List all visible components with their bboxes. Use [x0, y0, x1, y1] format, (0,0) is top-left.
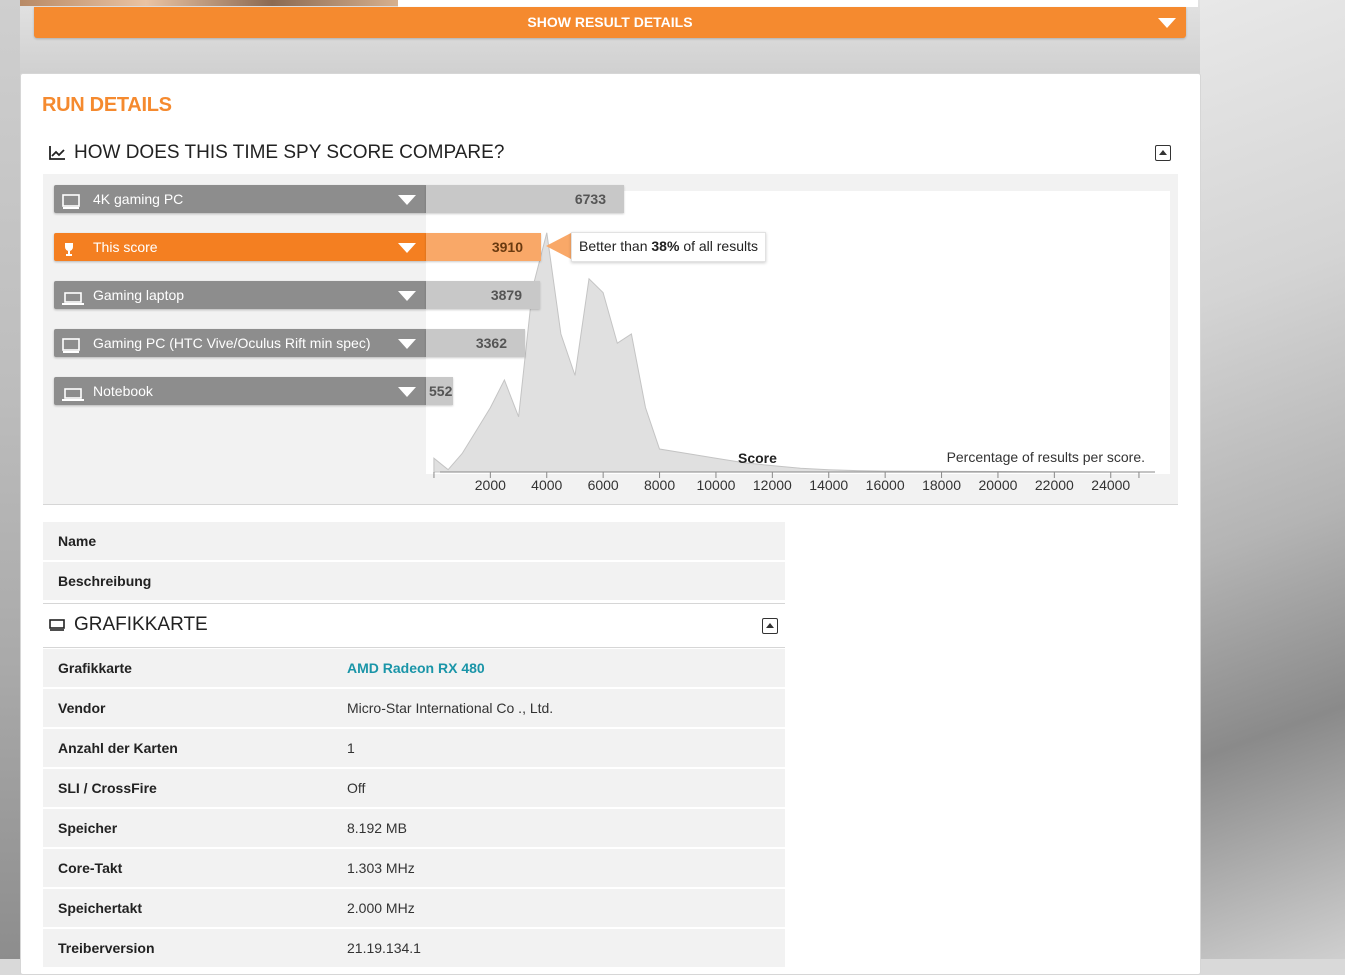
compare-bar-select[interactable]: 4K gaming PC	[54, 185, 426, 213]
x-tick-label: 20000	[978, 477, 1017, 493]
x-tick-label: 12000	[753, 477, 792, 493]
tooltip-arrow	[546, 233, 571, 259]
info-row: Beschreibung	[43, 562, 785, 600]
tooltip-prefix: Better than	[579, 238, 648, 254]
gpu-value: 1	[347, 740, 355, 756]
gpu-table: Grafikkarte AMD Radeon RX 480 Vendor Micro-…	[43, 649, 785, 969]
gpu-row: Speicher 8.192 MB	[43, 809, 785, 847]
chevron-down-icon[interactable]	[398, 291, 416, 301]
laptop-icon	[62, 287, 84, 315]
x-axis-label: Score	[738, 450, 777, 466]
show-result-details-label: SHOW RESULT DETAILS	[527, 14, 693, 30]
gpu-key: Grafikkarte	[58, 660, 132, 676]
x-tick-label: 22000	[1035, 477, 1074, 493]
compare-bar-value: 6733	[426, 185, 624, 213]
gpu-key: Core-Takt	[58, 860, 123, 876]
x-tick-label: 8000	[644, 477, 675, 493]
background-right	[1200, 0, 1345, 959]
gpu-row: Vendor Micro-Star International Co ., Ltd…	[43, 689, 785, 727]
x-tick-label: 16000	[866, 477, 905, 493]
compare-bar-value: 3879	[426, 281, 540, 309]
chevron-down-icon[interactable]	[398, 195, 416, 205]
x-tick-label: 10000	[696, 477, 735, 493]
gpu-value: 8.192 MB	[347, 820, 407, 836]
result-image-strip	[20, 0, 398, 6]
gpu-value[interactable]: AMD Radeon RX 480	[347, 649, 485, 687]
x-tick-label: 24000	[1091, 477, 1130, 493]
info-key: Name	[58, 533, 97, 549]
gpu-row: Anzahl der Karten 1	[43, 729, 785, 767]
compare-bar-select[interactable]: Gaming PC (HTC Vive/Oculus Rift min spec…	[54, 329, 426, 357]
show-result-details-button[interactable]: SHOW RESULT DETAILS	[34, 7, 1186, 38]
gpu-value: Micro-Star International Co ., Ltd.	[347, 700, 554, 716]
laptop-icon	[62, 383, 84, 411]
chevron-down-icon[interactable]	[398, 387, 416, 397]
desktop-icon	[62, 335, 80, 363]
trophy-icon	[62, 239, 76, 267]
x-tick-label: 2000	[475, 477, 506, 493]
chevron-down-icon[interactable]	[398, 243, 416, 253]
compare-bar-select[interactable]: Gaming laptop	[54, 281, 426, 309]
info-key: Beschreibung	[58, 573, 152, 589]
desktop-icon	[62, 191, 80, 219]
gpu-key: Treiberversion	[58, 940, 155, 956]
compare-bar-select[interactable]: This score	[54, 233, 426, 261]
x-tick-label: 18000	[922, 477, 961, 493]
x-tick-label: 6000	[588, 477, 619, 493]
compare-bar-label: This score	[93, 239, 158, 255]
divider	[43, 603, 785, 604]
tooltip-suffix: of all results	[683, 238, 759, 254]
gpu-key: Anzahl der Karten	[58, 740, 178, 756]
gpu-key: SLI / CrossFire	[58, 780, 157, 796]
result-card-edge	[398, 0, 1198, 7]
run-details-panel: RUN DETAILS HOW DOES THIS TIME SPY SCORE…	[20, 73, 1201, 975]
chevron-down-icon	[1158, 18, 1176, 28]
gpu-row: Treiberversion 21.19.134.1	[43, 929, 785, 967]
gpu-key: Speicher	[58, 820, 118, 836]
x-tick-label: 4000	[531, 477, 562, 493]
gpu-row: Grafikkarte AMD Radeon RX 480	[43, 649, 785, 687]
compare-bar-select[interactable]: Notebook	[54, 377, 426, 405]
chevron-down-icon[interactable]	[398, 339, 416, 349]
distribution-area	[433, 232, 1111, 473]
compare-bar-value: 3910	[426, 233, 541, 261]
gpu-row: Speichertakt 2.000 MHz	[43, 889, 785, 927]
gpu-value: 1.303 MHz	[347, 860, 415, 876]
tooltip-percent: 38%	[651, 238, 680, 254]
gpu-row: SLI / CrossFire Off	[43, 769, 785, 807]
gpu-key: Vendor	[58, 700, 106, 716]
info-row: Name	[43, 522, 785, 560]
info-table: Name Beschreibung	[43, 522, 785, 602]
compare-bar-label: Gaming PC (HTC Vive/Oculus Rift min spec…	[93, 335, 371, 351]
compare-bar-value: 552	[426, 377, 453, 405]
compare-bar-label: Notebook	[93, 383, 153, 399]
divider	[43, 504, 1178, 505]
gpu-section-title: GRAFIKKARTE	[74, 614, 208, 635]
chart-caption: Percentage of results per score.	[947, 449, 1145, 465]
divider	[43, 647, 785, 648]
compare-bar-label: Gaming laptop	[93, 287, 185, 303]
collapse-gpu-button[interactable]	[762, 618, 778, 634]
x-tick-label: 14000	[809, 477, 848, 493]
compare-bar-value: 3362	[426, 329, 525, 357]
gpu-key: Speichertakt	[58, 900, 143, 916]
gpu-value: Off	[347, 780, 366, 796]
background-left	[0, 0, 20, 959]
compare-bar-label: 4K gaming PC	[93, 191, 184, 207]
graphics-card-icon	[48, 616, 66, 634]
score-percentile-tooltip: Better than 38% of all results	[571, 232, 767, 262]
gpu-section-header: GRAFIKKARTE	[48, 614, 208, 636]
gpu-row: Core-Takt 1.303 MHz	[43, 849, 785, 887]
gpu-value: 21.19.134.1	[347, 940, 421, 956]
gpu-value: 2.000 MHz	[347, 900, 415, 916]
